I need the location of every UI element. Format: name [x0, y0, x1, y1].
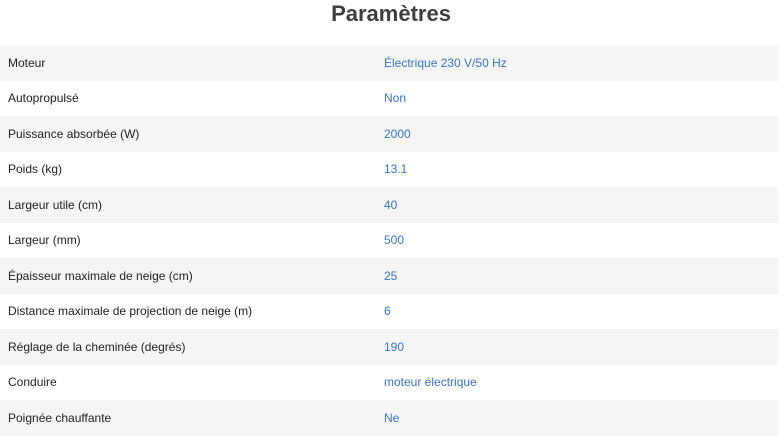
specs-table: Moteur Électrique 230 V/50 Hz Autopropul… — [0, 45, 778, 436]
table-row: Distance maximale de projection de neige… — [0, 293, 778, 329]
table-row: Poids (kg) 13.1 — [0, 151, 778, 187]
row-value-link[interactable]: 500 — [384, 233, 778, 247]
row-label: Réglage de la cheminée (degrés) — [8, 339, 186, 354]
table-row: Réglage de la cheminée (degrés) 190 — [0, 329, 778, 365]
row-label: Largeur utile (cm) — [8, 197, 103, 212]
row-value-link[interactable]: 6 — [384, 304, 778, 318]
row-label: Autopropulsé — [8, 91, 79, 106]
table-row: Poignée chauffante Ne — [0, 400, 778, 436]
table-row: Épaisseur maximale de neige (cm) 25 — [0, 258, 778, 294]
table-row: Conduire moteur électrique — [0, 364, 778, 400]
table-row: Largeur (mm) 500 — [0, 222, 778, 258]
row-value-link[interactable]: Non — [384, 91, 778, 105]
row-label: Moteur — [8, 55, 46, 70]
row-label: Distance maximale de projection de neige… — [8, 304, 253, 319]
page-title: Paramètres — [331, 1, 451, 26]
row-value-link[interactable]: 13.1 — [384, 162, 778, 176]
table-row: Moteur Électrique 230 V/50 Hz — [0, 45, 778, 81]
row-label: Largeur (mm) — [8, 233, 81, 248]
row-label: Épaisseur maximale de neige (cm) — [8, 268, 193, 283]
table-row: Autopropulsé Non — [0, 80, 778, 116]
row-value-link[interactable]: 2000 — [384, 127, 778, 141]
table-row: Puissance absorbée (W) 2000 — [0, 116, 778, 152]
page: Paramètres Moteur Électrique 230 V/50 Hz… — [0, 0, 782, 447]
row-label: Puissance absorbée (W) — [8, 126, 140, 141]
row-value-link[interactable]: Électrique 230 V/50 Hz — [384, 56, 778, 70]
table-row: Largeur utile (cm) 40 — [0, 187, 778, 223]
row-label: Conduire — [8, 375, 57, 390]
row-value-link[interactable]: 40 — [384, 198, 778, 212]
row-label: Poignée chauffante — [8, 410, 112, 425]
row-value-link[interactable]: moteur électrique — [384, 375, 778, 389]
row-value-link[interactable]: Ne — [384, 411, 778, 425]
row-value-link[interactable]: 190 — [384, 340, 778, 354]
row-label: Poids (kg) — [8, 162, 63, 177]
row-value-link[interactable]: 25 — [384, 269, 778, 283]
